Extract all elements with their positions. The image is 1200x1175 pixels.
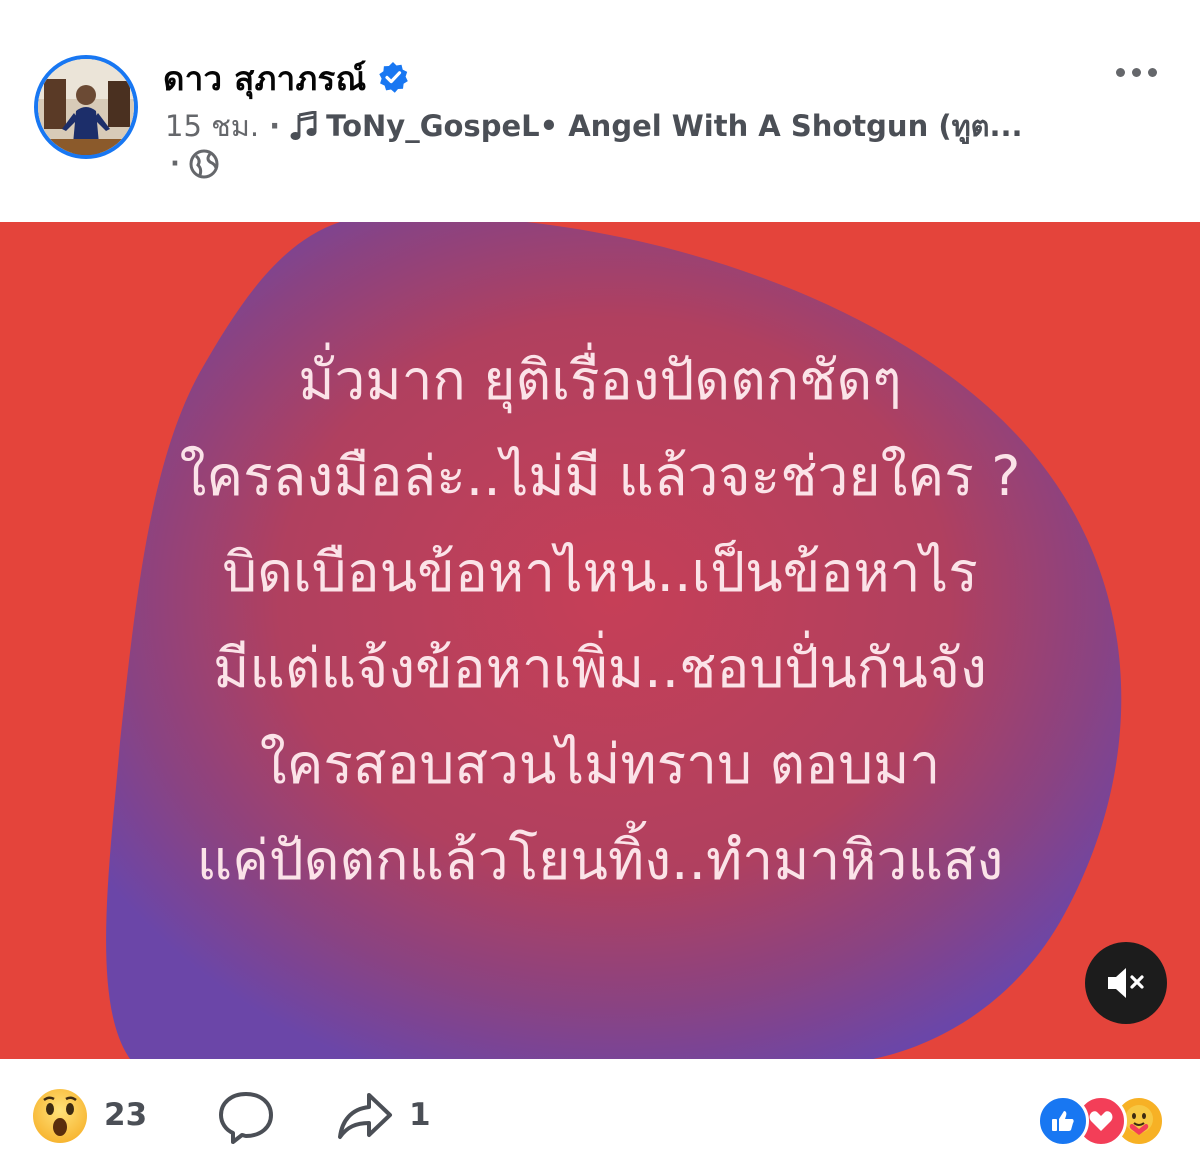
post-time[interactable]: 15 ชม.	[165, 103, 259, 149]
post-text-line: ใครสอบสวนไม่ทราบ ตอบมา	[259, 732, 941, 796]
post-media[interactable]: มั่วมาก ยุติเรื่องปัดตกชัดๆ ใครลงมือล่ะ.…	[0, 222, 1200, 1059]
post-text-line: มีแต่แจ้งข้อหาเพิ่ม..ชอบปั่นกันจัง	[213, 636, 987, 700]
wow-reaction-icon[interactable]	[31, 1087, 89, 1149]
author-name[interactable]: ดาว สุภาภรณ์	[163, 52, 367, 105]
post-text: มั่วมาก ยุติเรื่องปัดตกชัดๆ ใครลงมือล่ะ.…	[0, 332, 1200, 908]
speaker-muted-icon	[1108, 968, 1144, 998]
post-footer: 23 1	[0, 1059, 1200, 1175]
verified-badge-icon	[377, 61, 409, 97]
more-options-icon[interactable]	[1116, 68, 1157, 77]
post-header: ดาว สุภาภรณ์ 15 ชม. · ToNy_GospeL • Ange…	[0, 0, 1200, 222]
post-text-line: แค่ปัดตกแล้วโยนทิ้ง..ทำมาหิวแสง	[196, 828, 1004, 892]
share-icon[interactable]	[336, 1091, 394, 1147]
reaction-count[interactable]: 23	[104, 1097, 147, 1133]
post-meta: 15 ชม. · ToNy_GospeL • Angel With A Shot…	[165, 103, 1090, 149]
music-artist[interactable]: ToNy_GospeL	[326, 109, 539, 143]
reaction-summary[interactable]	[1037, 1095, 1167, 1147]
music-note-icon	[290, 111, 318, 141]
comment-icon[interactable]	[216, 1089, 276, 1151]
post-text-line: บิดเบือนข้อหาไหน..เป็นข้อหาไร	[222, 540, 978, 604]
like-icon	[1037, 1095, 1089, 1147]
avatar[interactable]	[34, 55, 138, 159]
privacy-row: ·	[170, 148, 220, 180]
meta-separator: ·	[269, 109, 281, 143]
post-text-line: ใครลงมือล่ะ..ไม่มี แล้วจะช่วยใคร ?	[179, 444, 1021, 508]
music-song[interactable]: • Angel With A Shotgun (ทูต...	[540, 103, 1023, 149]
share-count[interactable]: 1	[409, 1097, 431, 1133]
mute-button[interactable]	[1085, 942, 1167, 1024]
privacy-separator: ·	[170, 149, 180, 179]
author-row: ดาว สุภาภรณ์	[163, 52, 409, 105]
post-text-line: มั่วมาก ยุติเรื่องปัดตกชัดๆ	[298, 348, 902, 412]
avatar-photo	[38, 59, 134, 155]
globe-icon[interactable]	[188, 148, 220, 180]
